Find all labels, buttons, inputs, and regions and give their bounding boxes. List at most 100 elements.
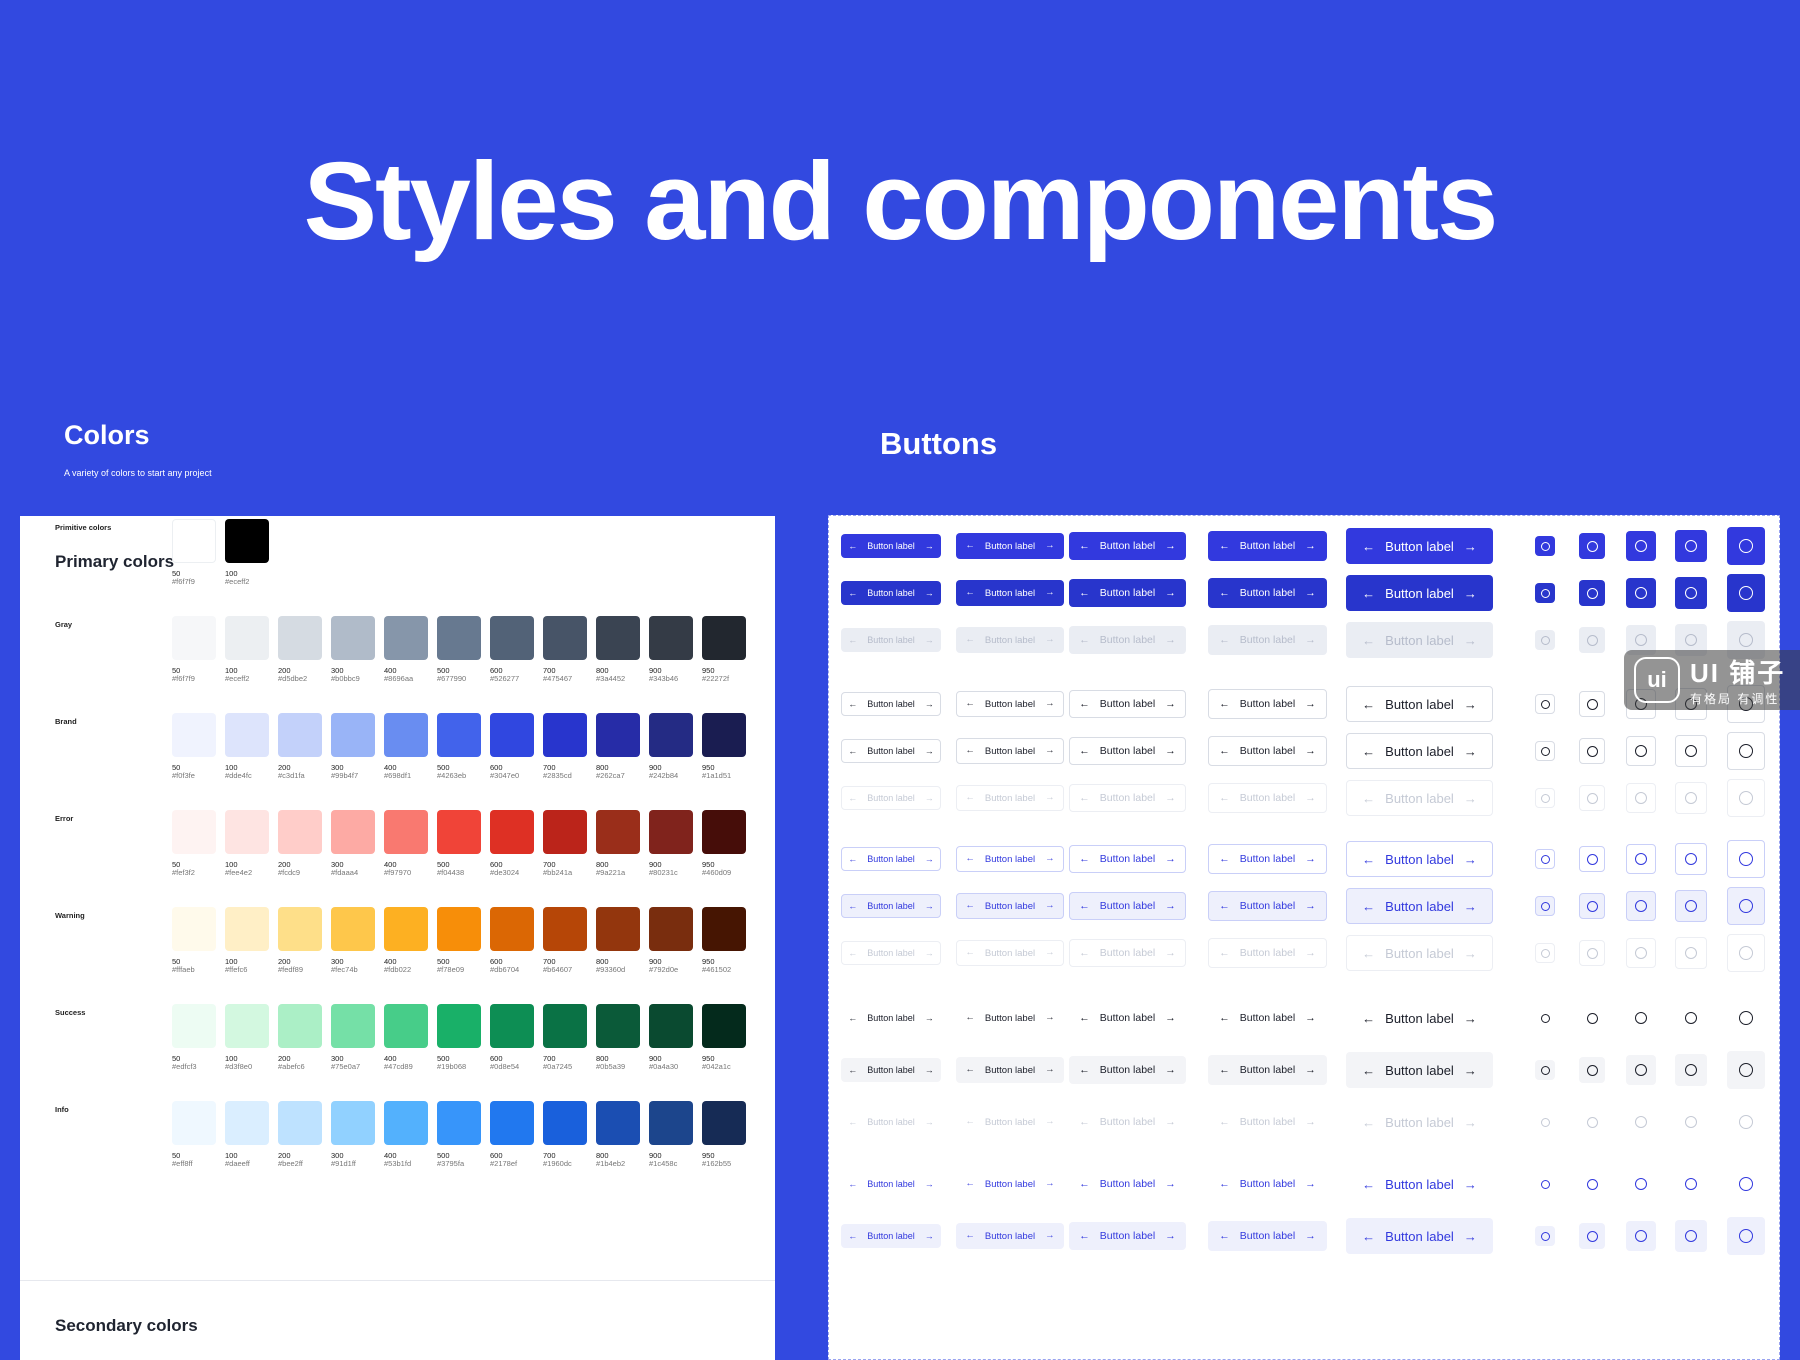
button-secondary-gray-default[interactable]: ← Button label →: [1069, 690, 1186, 718]
icon-button-secondary-gray-hover[interactable]: [1579, 738, 1605, 764]
button-primary-default[interactable]: ← Button label →: [956, 533, 1064, 559]
button-secondary-brand-default[interactable]: ← Button label →: [1346, 841, 1493, 877]
icon-button-primary-default[interactable]: [1626, 531, 1656, 561]
button-secondary-brand-hover[interactable]: ← Button label →: [1069, 892, 1186, 920]
button-tertiary-gray-hover[interactable]: ← Button label →: [1208, 1055, 1327, 1085]
icon-button-tertiary-gray-default[interactable]: [1579, 1005, 1605, 1031]
icon-button-tertiary-gray-hover[interactable]: [1535, 1060, 1555, 1080]
icon-button-primary-default[interactable]: [1675, 530, 1707, 562]
button-tertiary-brand-default[interactable]: ← Button label →: [1346, 1166, 1493, 1202]
icon-button-primary-hover[interactable]: [1626, 578, 1656, 608]
button-tertiary-gray-default[interactable]: ← Button label →: [1208, 1003, 1327, 1033]
button-tertiary-gray-default[interactable]: ← Button label →: [841, 1006, 941, 1030]
button-tertiary-gray-default[interactable]: ← Button label →: [956, 1005, 1064, 1031]
button-secondary-gray-default[interactable]: ← Button label →: [1346, 686, 1493, 722]
button-secondary-brand-default[interactable]: ← Button label →: [956, 846, 1064, 872]
button-tertiary-brand-default[interactable]: ← Button label →: [1069, 1170, 1186, 1198]
icon-button-secondary-gray-default[interactable]: [1535, 694, 1555, 714]
button-secondary-gray-hover[interactable]: ← Button label →: [1208, 736, 1327, 766]
icon-button-tertiary-gray-hover[interactable]: [1626, 1055, 1656, 1085]
button-secondary-brand-default[interactable]: ← Button label →: [841, 847, 941, 871]
button-primary-hover[interactable]: ← Button label →: [1208, 578, 1327, 608]
button-primary-default[interactable]: ← Button label →: [1208, 531, 1327, 561]
icon-button-secondary-brand-default[interactable]: [1579, 846, 1605, 872]
button-secondary-gray-hover[interactable]: ← Button label →: [1069, 737, 1186, 765]
button-secondary-brand-hover[interactable]: ← Button label →: [956, 893, 1064, 919]
button-secondary-brand-hover[interactable]: ← Button label →: [1346, 888, 1493, 924]
button-primary-default[interactable]: ← Button label →: [1346, 528, 1493, 564]
button-primary-hover[interactable]: ← Button label →: [956, 580, 1064, 606]
icon-button-secondary-gray-hover[interactable]: [1675, 735, 1707, 767]
icon-button-secondary-brand-default[interactable]: [1675, 843, 1707, 875]
icon-button-secondary-brand-hover[interactable]: [1626, 891, 1656, 921]
button-secondary-gray-default[interactable]: ← Button label →: [1208, 689, 1327, 719]
icon-button-primary-default[interactable]: [1535, 536, 1555, 556]
icon-button-secondary-gray-hover[interactable]: [1626, 736, 1656, 766]
button-primary-hover[interactable]: ← Button label →: [1069, 579, 1186, 607]
button-secondary-gray-hover[interactable]: ← Button label →: [841, 739, 941, 763]
button-tertiary-gray-hover[interactable]: ← Button label →: [1069, 1056, 1186, 1084]
icon-button-primary-hover[interactable]: [1727, 574, 1765, 612]
button-secondary-brand-hover[interactable]: ← Button label →: [1208, 891, 1327, 921]
icon-button-primary-default[interactable]: [1727, 527, 1765, 565]
icon-button-tertiary-brand-default[interactable]: [1727, 1165, 1765, 1203]
button-secondary-gray-default[interactable]: ← Button label →: [841, 692, 941, 716]
icon-button-secondary-brand-default[interactable]: [1727, 840, 1765, 878]
button-tertiary-brand-default[interactable]: ← Button label →: [841, 1172, 941, 1196]
icon-button-secondary-brand-default[interactable]: [1626, 844, 1656, 874]
icon-button-primary-hover[interactable]: [1535, 583, 1555, 603]
icon-button-secondary-gray-default[interactable]: [1579, 691, 1605, 717]
button-tertiary-brand-hover[interactable]: ← Button label →: [841, 1224, 941, 1248]
circle-icon: [1739, 899, 1753, 913]
icon-button-secondary-brand-default[interactable]: [1535, 849, 1555, 869]
icon-button-tertiary-gray-default[interactable]: [1535, 1008, 1555, 1028]
icon-button-tertiary-brand-hover[interactable]: [1626, 1221, 1656, 1251]
button-secondary-gray-hover[interactable]: ← Button label →: [1346, 733, 1493, 769]
icon-button-secondary-gray-hover[interactable]: [1535, 741, 1555, 761]
button-secondary-brand-hover[interactable]: ← Button label →: [841, 894, 941, 918]
arrow-left-icon: ←: [848, 853, 858, 864]
icon-button-tertiary-gray-hover[interactable]: [1579, 1057, 1605, 1083]
button-tertiary-gray-default[interactable]: ← Button label →: [1346, 1000, 1493, 1036]
icon-button-primary-hover[interactable]: [1579, 580, 1605, 606]
icon-button-tertiary-brand-hover[interactable]: [1675, 1220, 1707, 1252]
icon-button-tertiary-brand-hover[interactable]: [1727, 1217, 1765, 1255]
icon-button-secondary-gray-hover[interactable]: [1727, 732, 1765, 770]
button-tertiary-brand-default[interactable]: ← Button label →: [1208, 1169, 1327, 1199]
button-tertiary-brand-hover[interactable]: ← Button label →: [1346, 1218, 1493, 1254]
button-secondary-gray-hover[interactable]: ← Button label →: [956, 738, 1064, 764]
button-tertiary-brand-hover[interactable]: ← Button label →: [1069, 1222, 1186, 1250]
button-tertiary-gray-hover[interactable]: ← Button label →: [1346, 1052, 1493, 1088]
button-tertiary-gray-default[interactable]: ← Button label →: [1069, 1004, 1186, 1032]
icon-button-tertiary-gray-default[interactable]: [1727, 999, 1765, 1037]
button-secondary-brand-default[interactable]: ← Button label →: [1208, 844, 1327, 874]
button-primary-hover[interactable]: ← Button label →: [841, 581, 941, 605]
icon-button-tertiary-brand-default[interactable]: [1675, 1168, 1707, 1200]
button-secondary-brand-default[interactable]: ← Button label →: [1069, 845, 1186, 873]
icon-button-tertiary-gray-hover[interactable]: [1675, 1054, 1707, 1086]
icon-button-primary-hover[interactable]: [1675, 577, 1707, 609]
button-tertiary-brand-hover[interactable]: ← Button label →: [1208, 1221, 1327, 1251]
icon-button-tertiary-brand-default[interactable]: [1626, 1169, 1656, 1199]
button-secondary-gray-default[interactable]: ← Button label →: [956, 691, 1064, 717]
button-primary-default[interactable]: ← Button label →: [1069, 532, 1186, 560]
icon-button-primary-default[interactable]: [1579, 533, 1605, 559]
icon-button-secondary-brand-hover[interactable]: [1727, 887, 1765, 925]
button-primary-default[interactable]: ← Button label →: [841, 534, 941, 558]
icon-button-tertiary-brand-hover[interactable]: [1579, 1223, 1605, 1249]
icon-button-tertiary-gray-hover[interactable]: [1727, 1051, 1765, 1089]
icon-button-tertiary-gray-default[interactable]: [1675, 1002, 1707, 1034]
icon-button-tertiary-brand-default[interactable]: [1535, 1174, 1555, 1194]
icon-button-secondary-brand-hover[interactable]: [1675, 890, 1707, 922]
icon-button-tertiary-brand-default[interactable]: [1579, 1171, 1605, 1197]
icon-button-secondary-brand-hover[interactable]: [1535, 896, 1555, 916]
button-tertiary-gray-hover[interactable]: ← Button label →: [841, 1058, 941, 1082]
button-tertiary-gray-hover[interactable]: ← Button label →: [956, 1057, 1064, 1083]
button-tertiary-brand-hover[interactable]: ← Button label →: [956, 1223, 1064, 1249]
icon-button-tertiary-brand-hover[interactable]: [1535, 1226, 1555, 1246]
button-tertiary-brand-default[interactable]: ← Button label →: [956, 1171, 1064, 1197]
circle-icon: [1685, 1116, 1697, 1128]
icon-button-secondary-brand-hover[interactable]: [1579, 893, 1605, 919]
icon-button-tertiary-gray-default[interactable]: [1626, 1003, 1656, 1033]
button-primary-hover[interactable]: ← Button label →: [1346, 575, 1493, 611]
